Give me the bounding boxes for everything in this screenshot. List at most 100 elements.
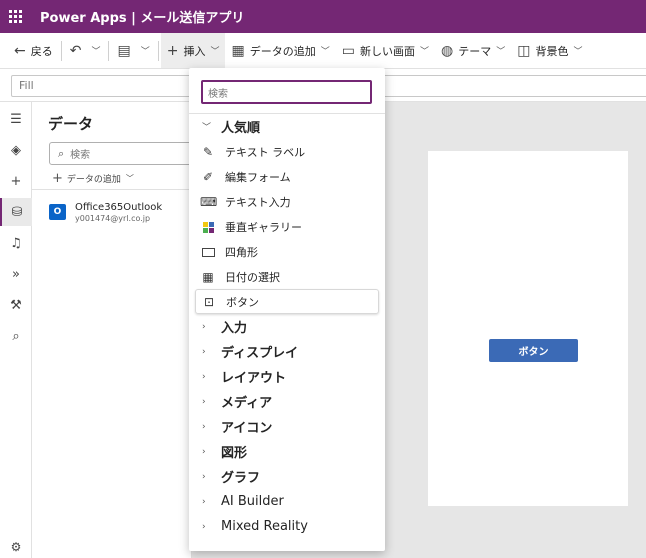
media-icon[interactable]: ♫: [0, 229, 32, 257]
plus-icon: +: [166, 42, 179, 59]
app-screen[interactable]: [428, 151, 628, 506]
menu-icon[interactable]: ☰: [0, 105, 32, 133]
calendar-icon: ▦: [202, 269, 214, 284]
chevron-right-icon: ›: [202, 496, 206, 507]
paste-button[interactable]: ▤ ﹀: [111, 33, 155, 68]
clipboard-icon: ▤: [117, 42, 131, 59]
chevron-down-icon: ﹀: [210, 47, 220, 57]
power-automate-icon[interactable]: »: [0, 260, 32, 288]
insert-item-vertical-gallery[interactable]: 垂直ギャラリー: [189, 214, 385, 239]
form-icon: ✐: [202, 169, 214, 184]
title-bar: Power Apps | メール送信アプリ: [0, 0, 646, 33]
insert-dropdown: 検索 ﹀ 人気順 ✎ テキスト ラベル ✐ 編集フォーム ⌨ テキスト入力 垂直…: [189, 68, 385, 551]
new-screen-icon: ▭: [341, 42, 355, 59]
gallery-icon: [200, 220, 216, 234]
chevron-down-icon: ﹀: [320, 47, 330, 57]
button-icon: ⊡: [203, 294, 215, 309]
background-label: 背景色: [535, 44, 569, 58]
chevron-down-icon: ﹀: [419, 47, 429, 57]
outlook-icon: O: [49, 204, 66, 220]
divider: [157, 40, 159, 61]
undo-icon: ↶: [69, 42, 82, 59]
data-connection-item[interactable]: O Office365Outlook y001474@yrl.co.jp: [49, 202, 162, 223]
undo-button[interactable]: ↶ ﹀: [64, 33, 107, 68]
chevron-down-icon: ﹀: [573, 47, 583, 57]
paint-bucket-icon: ◫: [517, 42, 531, 59]
chevron-right-icon: ›: [202, 421, 206, 432]
arrow-left-icon: ←: [14, 42, 26, 59]
chevron-right-icon: ›: [202, 346, 206, 357]
insert-label: 挿入: [183, 44, 206, 58]
chevron-down-icon[interactable]: ﹀: [141, 44, 150, 57]
app-launcher-icon[interactable]: [0, 0, 30, 33]
theme-label: テーマ: [458, 44, 492, 58]
data-icon[interactable]: ⛁: [0, 198, 32, 226]
group-layout[interactable]: › レイアウト: [189, 364, 385, 389]
insert-item-date-picker[interactable]: ▦ 日付の選択: [189, 264, 385, 289]
chevron-right-icon: ›: [202, 521, 206, 532]
palette-icon: ◍: [440, 42, 454, 59]
chevron-right-icon: ›: [202, 321, 206, 332]
group-shapes[interactable]: › 図形: [189, 439, 385, 464]
chevron-down-icon[interactable]: ﹀: [91, 44, 100, 57]
chevron-down-icon: ﹀: [202, 123, 212, 133]
group-label: 人気順: [221, 121, 261, 136]
search-placeholder: 検索: [70, 150, 91, 161]
text-input-icon: ⌨: [200, 194, 218, 209]
data-search-input[interactable]: ⌕ 検索: [49, 142, 209, 165]
insert-item-rectangle[interactable]: 四角形: [189, 239, 385, 264]
app-title: Power Apps | メール送信アプリ: [40, 11, 245, 26]
insert-item-button[interactable]: ⊡ ボタン: [195, 289, 379, 314]
connection-name: Office365Outlook: [75, 202, 163, 213]
insert-search-input[interactable]: 検索: [201, 80, 372, 104]
chevron-right-icon: ›: [202, 471, 206, 482]
connection-email: y001474@yrl.co.jp: [75, 214, 151, 223]
back-button[interactable]: ← 戻る: [8, 33, 59, 68]
chevron-down-icon: ﹀: [496, 47, 506, 57]
group-popular[interactable]: ﹀ 人気順: [189, 114, 385, 139]
canvas-button[interactable]: ボタン: [489, 339, 578, 362]
formula-input[interactable]: [382, 75, 646, 97]
edit-icon: ✎: [202, 144, 214, 159]
tree-view-icon[interactable]: ◈: [0, 136, 32, 164]
advanced-tools-icon[interactable]: ⚒: [0, 291, 32, 319]
theme-button[interactable]: ◍ テーマ ﹀: [435, 33, 511, 68]
group-display[interactable]: › ディスプレイ: [189, 339, 385, 364]
insert-item-edit-form[interactable]: ✐ 編集フォーム: [189, 164, 385, 189]
group-charts[interactable]: › グラフ: [189, 464, 385, 489]
group-mixed-reality[interactable]: › Mixed Reality: [189, 514, 385, 539]
panel-title: データ: [48, 115, 94, 133]
search-icon: ⌕: [58, 146, 65, 160]
insert-item-text-input[interactable]: ⌨ テキスト入力: [189, 189, 385, 214]
chevron-right-icon: ›: [202, 396, 206, 407]
group-ai-builder[interactable]: › AI Builder: [189, 489, 385, 514]
add-data-label: データの追加: [249, 44, 316, 58]
new-screen-label: 新しい画面: [359, 44, 415, 58]
group-input[interactable]: › 入力: [189, 314, 385, 339]
rectangle-icon: [200, 245, 216, 259]
property-selector[interactable]: Fill: [11, 75, 191, 97]
panel-add-data-button[interactable]: + データの追加 ﹀: [52, 171, 134, 186]
data-panel: データ ⌕ 検索 + データの追加 ﹀ O Office365Outlook y…: [32, 102, 209, 558]
command-bar: ← 戻る ↶ ﹀ ▤ ﹀ + 挿入 ﹀ ▦ データの追加 ﹀ ▭ 新しい画面 ﹀…: [0, 33, 646, 69]
plus-icon: +: [52, 171, 63, 186]
insert-icon[interactable]: +: [0, 167, 32, 195]
group-media[interactable]: › メディア: [189, 389, 385, 414]
divider: [60, 40, 62, 61]
background-color-button[interactable]: ◫ 背景色 ﹀: [511, 33, 588, 68]
add-data-label: データの追加: [66, 175, 121, 185]
insert-item-text-label[interactable]: ✎ テキスト ラベル: [189, 139, 385, 164]
search-icon[interactable]: ⌕: [0, 322, 32, 350]
back-label: 戻る: [30, 44, 53, 58]
add-data-button[interactable]: ▦ データの追加 ﹀: [225, 33, 335, 68]
database-add-icon: ▦: [231, 42, 245, 59]
chevron-down-icon: ﹀: [125, 174, 134, 183]
divider: [108, 40, 110, 61]
chevron-right-icon: ›: [202, 446, 206, 457]
left-rail: ☰ ◈ + ⛁ ♫ » ⚒ ⌕: [0, 102, 32, 558]
insert-button[interactable]: + 挿入 ﹀: [160, 33, 226, 68]
settings-icon[interactable]: ⚙: [0, 540, 32, 554]
chevron-right-icon: ›: [202, 371, 206, 382]
new-screen-button[interactable]: ▭ 新しい画面 ﹀: [336, 33, 435, 68]
group-icons[interactable]: › アイコン: [189, 414, 385, 439]
